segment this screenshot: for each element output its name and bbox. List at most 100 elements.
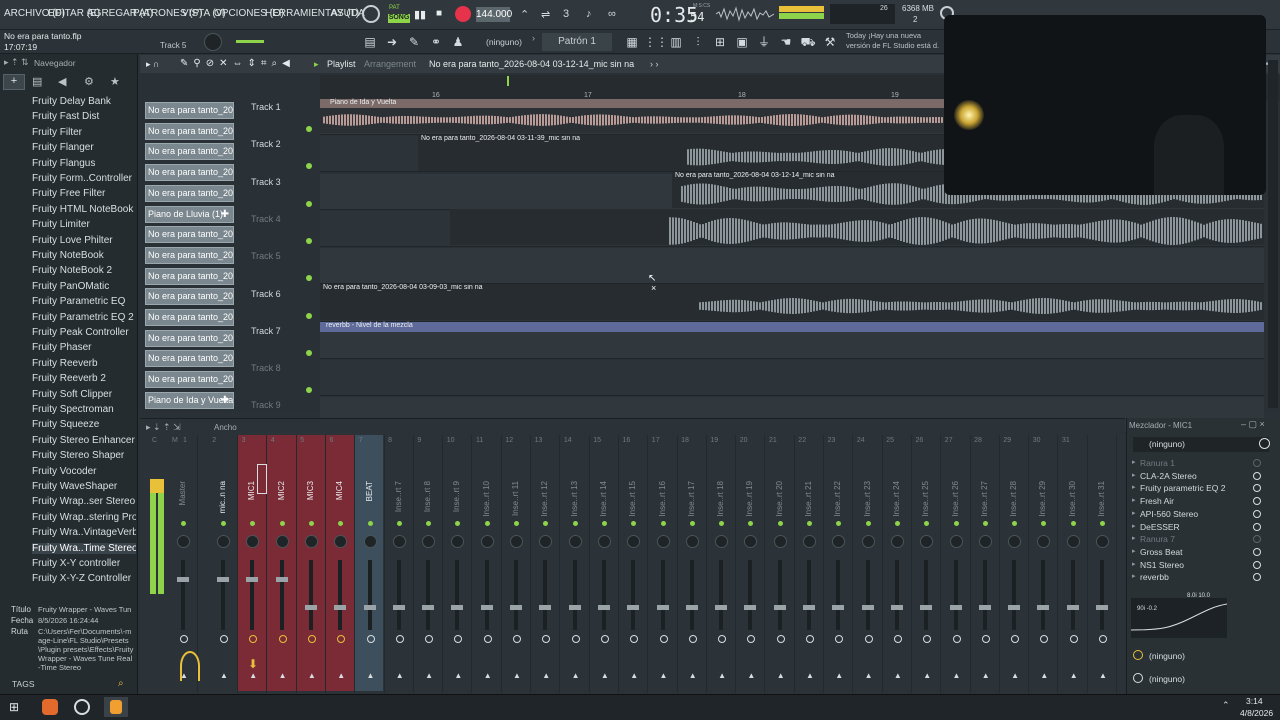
mixer-fader-cap[interactable] <box>539 605 552 610</box>
mixer-strip[interactable]: Inse..rt 19 ▲ <box>737 435 766 693</box>
pattern-add-icon[interactable]: ✚ <box>221 393 229 408</box>
browser-plugin-item[interactable]: Fruity Phaser <box>32 342 136 353</box>
mixer-pan-knob[interactable] <box>304 535 318 548</box>
fx-slot[interactable]: Ranura 7 <box>1140 534 1175 544</box>
mixer-fader-cap[interactable] <box>451 605 464 610</box>
mixer-fader-cap[interactable] <box>597 605 610 610</box>
mixer-pan-knob[interactable] <box>275 535 289 548</box>
pattern-prev-icon[interactable]: › <box>532 33 538 51</box>
mixer-route-knob[interactable] <box>835 635 844 643</box>
mixer-route-arrow-icon[interactable]: ▲ <box>1099 671 1107 680</box>
mixer-fader-cap[interactable] <box>422 605 435 610</box>
fx-slot-arrow-icon[interactable]: ▸ <box>1132 458 1136 466</box>
mixer-strip[interactable]: Inse..rt 25 ▲ <box>913 435 942 693</box>
pattern-chip[interactable]: Piano de Lluvia (1) ✚ <box>145 205 234 223</box>
mixer-fader[interactable] <box>396 560 401 630</box>
mixer-strip[interactable]: Inse..rt 10 ▲ <box>474 435 502 693</box>
track-name[interactable]: Track 3 <box>251 177 281 187</box>
mixer-route-knob[interactable] <box>513 635 521 643</box>
fx-slot[interactable]: Fresh Air <box>1140 496 1174 506</box>
mixer-route-knob[interactable] <box>454 635 463 643</box>
mixer-enable-dot[interactable] <box>367 521 373 526</box>
obs-icon[interactable] <box>74 699 90 715</box>
plug-icon[interactable]: ⏚ <box>754 33 774 51</box>
mixer-route-arrow-icon[interactable]: ▲ <box>601 671 609 680</box>
pattern-selector[interactable]: Patrón 1 <box>542 33 612 51</box>
playlist-arrangement[interactable]: Arrangement <box>364 59 416 69</box>
mixer-route-arrow-icon[interactable]: ▲ <box>308 671 316 680</box>
mixer-fader[interactable] <box>894 560 899 630</box>
news-line2[interactable]: versión de FL Studio está d. <box>846 41 939 50</box>
browser-plugin-item[interactable]: Fruity Limiter <box>32 219 136 230</box>
news-line1[interactable]: Today ¡Hay una nueva <box>846 31 921 40</box>
browser-plug-icon[interactable]: ⚙ <box>84 75 94 88</box>
mixer-fader-cap[interactable] <box>363 605 376 610</box>
browser-folder-icon[interactable]: ▤ <box>32 75 42 88</box>
browser-plugin-item[interactable]: Fruity Reeverb 2 <box>32 373 136 384</box>
mixer-fader[interactable] <box>689 560 694 630</box>
mixer-menu-icon[interactable]: ▸ ⇣ ⇡ ⇲ <box>146 422 181 433</box>
loop-record-icon[interactable]: ⇌ <box>541 8 550 21</box>
mixer-strip[interactable]: Inse..rt 14 ▲ <box>591 435 619 693</box>
mixer-enable-dot[interactable] <box>338 521 344 526</box>
mixer-pan-knob[interactable] <box>1008 535 1022 548</box>
mixer-route-arrow-icon[interactable]: ▲ <box>542 671 550 680</box>
mixer-enable-dot[interactable] <box>807 521 812 526</box>
mixer-fader[interactable] <box>484 560 489 630</box>
browser-plugin-item[interactable]: Fruity Love Philter <box>32 235 136 246</box>
mixer-fader[interactable] <box>181 560 185 630</box>
mixer-route-arrow-icon[interactable]: ▲ <box>660 671 668 680</box>
mixer-route-knob[interactable] <box>220 635 228 643</box>
fx-slot-toggle[interactable] <box>1253 459 1261 467</box>
mixer-strip[interactable]: Inse..rt 22 ▲ <box>825 435 854 693</box>
pencil-icon[interactable]: ✎ <box>404 33 424 51</box>
fx-input-knob-icon[interactable] <box>1259 438 1270 449</box>
mixer-pan-knob[interactable] <box>480 535 494 548</box>
mixer-strip[interactable]: Inse..rt 26 ▲ <box>943 435 971 693</box>
stamp-icon[interactable]: ♟ <box>448 33 468 51</box>
fx-slot[interactable]: NS1 Stereo <box>1140 560 1184 570</box>
mixer-pan-knob[interactable] <box>656 535 670 548</box>
mixer-fader[interactable] <box>572 560 577 630</box>
track-name[interactable]: Track 9 <box>251 400 281 410</box>
fx-slot-arrow-icon[interactable]: ▸ <box>1132 572 1136 580</box>
fx-slot[interactable]: DeESSER <box>1140 522 1180 532</box>
play-icon[interactable]: ▮▮ <box>414 8 426 21</box>
mixer-route-arrow-icon[interactable]: ▲ <box>572 671 580 680</box>
tempo-display[interactable]: 144.000 <box>476 7 512 22</box>
fx-slot-arrow-icon[interactable]: ▸ <box>1132 560 1136 568</box>
mixer-pan-knob[interactable] <box>861 535 875 548</box>
browser-plugin-item[interactable]: Fruity Parametric EQ <box>32 296 136 307</box>
mixer-route-knob[interactable] <box>571 635 580 643</box>
fx-output-icon[interactable] <box>1133 650 1143 660</box>
mixer-route-arrow-icon[interactable]: ▲ <box>953 671 961 680</box>
cart-icon[interactable]: ⛟ <box>798 33 818 51</box>
browser-plugin-item[interactable]: Fruity Wra..Time Stereo <box>32 542 136 554</box>
mixer-strip[interactable]: Inse..rt 23 ▲ <box>855 435 883 693</box>
mixer-pan-knob[interactable] <box>1066 535 1080 548</box>
fx-slot-toggle[interactable] <box>1253 547 1261 556</box>
mixer-pan-knob[interactable] <box>890 535 904 548</box>
mixer-fader-cap[interactable] <box>685 605 698 610</box>
mixer-enable-dot[interactable] <box>777 521 783 526</box>
browser-plugin-item[interactable]: Fruity Squeeze <box>32 419 136 430</box>
mixer-route-arrow-icon[interactable]: ▲ <box>777 671 785 680</box>
mixer-route-knob[interactable] <box>893 635 902 643</box>
pattern-add-icon[interactable]: ✚ <box>221 207 229 222</box>
step-edit-icon[interactable]: 3 <box>563 8 569 20</box>
mixer-pan-knob[interactable] <box>773 535 787 548</box>
stop-icon[interactable]: ■ <box>436 8 442 19</box>
mixer-width-label[interactable]: Ancho <box>214 423 237 432</box>
mixer-fader-cap[interactable] <box>832 605 845 610</box>
mixer-fader[interactable] <box>719 560 724 630</box>
mixer-route-arrow-icon[interactable]: ▲ <box>337 671 345 680</box>
mixer-fader-cap[interactable] <box>275 577 288 582</box>
mixer-pan-knob[interactable] <box>715 535 729 548</box>
browser-plugin-item[interactable]: Fruity Stereo Shaper <box>32 450 136 461</box>
mixer-fader[interactable] <box>1100 560 1104 630</box>
mixer-route-knob[interactable] <box>747 635 756 643</box>
mixer-pan-knob[interactable] <box>392 535 406 548</box>
mixer-route-knob[interactable] <box>180 635 188 643</box>
mixer-strip[interactable]: Inse..rt 24 ▲ <box>884 435 912 693</box>
browser-plugin-item[interactable]: Fruity Delay Bank <box>32 96 136 107</box>
